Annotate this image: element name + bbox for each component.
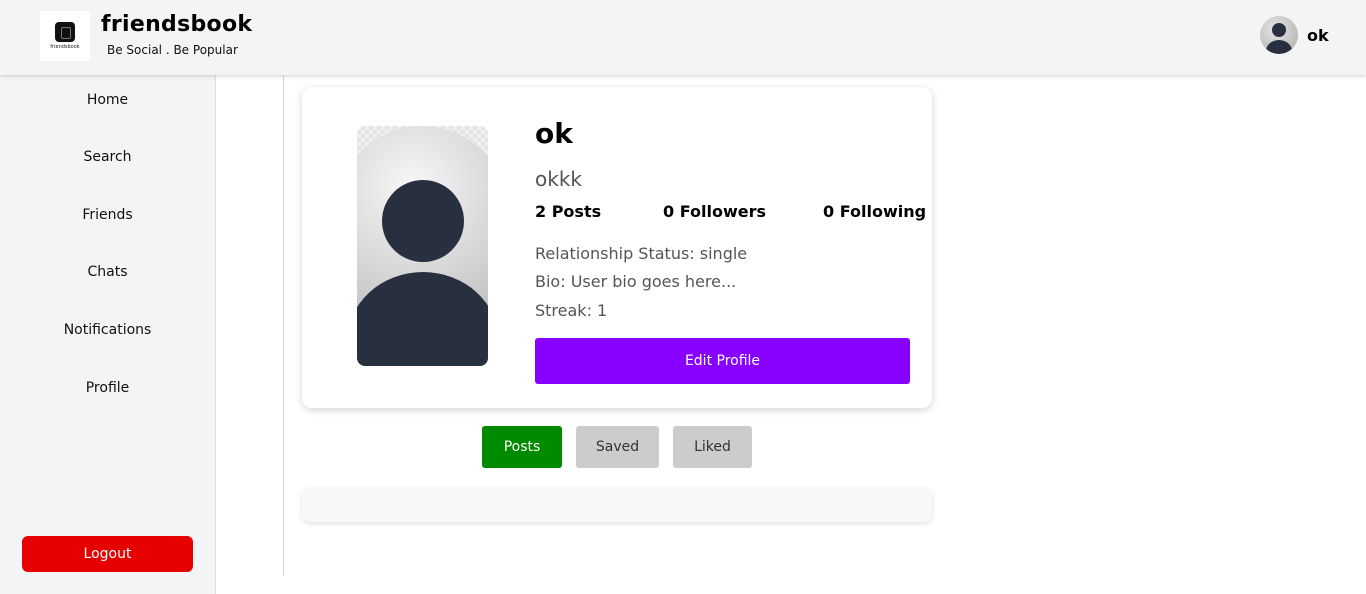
tab-saved[interactable]: Saved <box>576 426 659 468</box>
avatar-body-shape <box>357 272 488 366</box>
sidebar-item-search[interactable]: Search <box>0 149 215 165</box>
tab-liked[interactable]: Liked <box>673 426 752 468</box>
brand-logo[interactable]: friendsbook <box>40 11 90 61</box>
sidebar: Home Search Friends Chats Notifications … <box>0 75 216 594</box>
profile-username: okkk <box>535 167 582 191</box>
tab-posts[interactable]: Posts <box>482 426 562 468</box>
profile-picture[interactable] <box>357 126 488 366</box>
header-user-name[interactable]: ok <box>1307 26 1329 45</box>
brand-tagline: Be Social . Be Popular <box>107 43 238 57</box>
logout-button[interactable]: Logout <box>22 536 193 572</box>
avatar-head-icon <box>1272 23 1286 37</box>
logo-text: friendsbook <box>50 44 80 50</box>
brand-name: friendsbook <box>101 12 253 37</box>
following-count[interactable]: 0 Following <box>823 202 926 221</box>
posts-container <box>302 488 932 522</box>
user-avatar[interactable] <box>1260 16 1298 54</box>
content-divider <box>283 75 284 576</box>
sidebar-item-notifications[interactable]: Notifications <box>0 322 215 338</box>
avatar-body-icon <box>1266 40 1292 54</box>
profile-name: ok <box>535 117 573 150</box>
avatar-placeholder-icon <box>357 126 488 366</box>
posts-count[interactable]: 2 Posts <box>535 202 601 221</box>
sidebar-item-chats[interactable]: Chats <box>0 264 215 280</box>
top-bar: friendsbook friendsbook Be Social . Be P… <box>0 0 1366 75</box>
profile-streak: Streak: 1 <box>535 301 608 320</box>
profile-card: ok okkk 2 Posts 0 Followers 0 Following … <box>302 87 932 408</box>
followers-count[interactable]: 0 Followers <box>663 202 766 221</box>
sidebar-item-home[interactable]: Home <box>0 92 215 108</box>
relationship-status: Relationship Status: single <box>535 244 748 263</box>
sidebar-item-profile[interactable]: Profile <box>0 380 215 396</box>
logo-icon <box>55 22 75 42</box>
sidebar-item-friends[interactable]: Friends <box>0 207 215 223</box>
profile-bio: Bio: User bio goes here... <box>535 272 737 291</box>
edit-profile-button[interactable]: Edit Profile <box>535 338 910 384</box>
avatar-head-shape <box>382 180 464 262</box>
